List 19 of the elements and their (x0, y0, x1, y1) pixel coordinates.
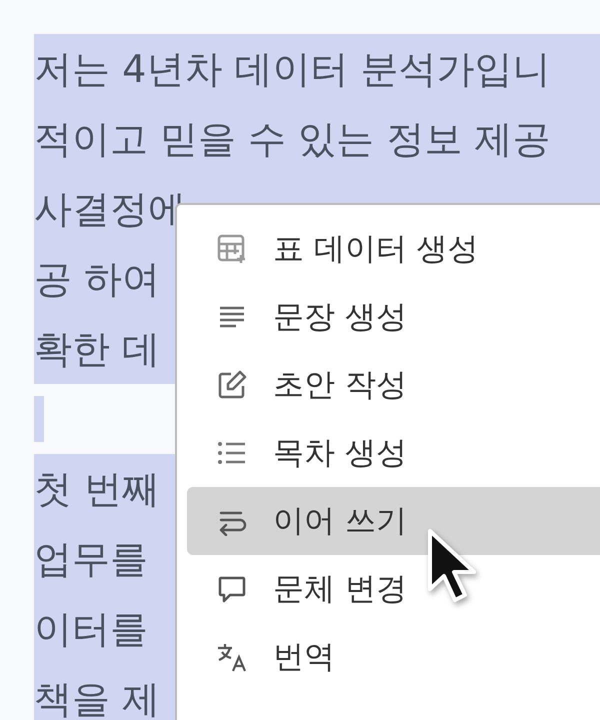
menu-item[interactable]: 번역 (187, 623, 600, 691)
document-text: 업무를 (34, 536, 148, 583)
edit-icon (217, 370, 247, 400)
document-text: 공 하여 (34, 256, 160, 303)
document-text: 적이고 믿을 수 있는 정보 제공 (34, 116, 550, 163)
menu-item[interactable]: 초안 작성 (187, 351, 600, 419)
menu-item[interactable]: 이어 쓰기 (187, 487, 600, 555)
menu-item[interactable]: 문체 변경 (187, 555, 600, 623)
menu-item[interactable]: 목차 생성 (187, 419, 600, 487)
document-text: 이터를 (34, 606, 148, 653)
document-text: 책을 제 (34, 676, 160, 720)
menu-item[interactable]: 문장 생성 (187, 283, 600, 351)
table-plus-icon (217, 234, 247, 264)
menu-item[interactable]: 표 데이터 생성 (187, 215, 600, 283)
document-text: 저는 4년차 데이터 분석가입니 (34, 46, 550, 93)
comment-icon (217, 574, 247, 604)
translate-icon (217, 642, 247, 672)
document-text: 확한 데 (34, 326, 160, 373)
document-text: 첫 번째 (34, 466, 160, 513)
